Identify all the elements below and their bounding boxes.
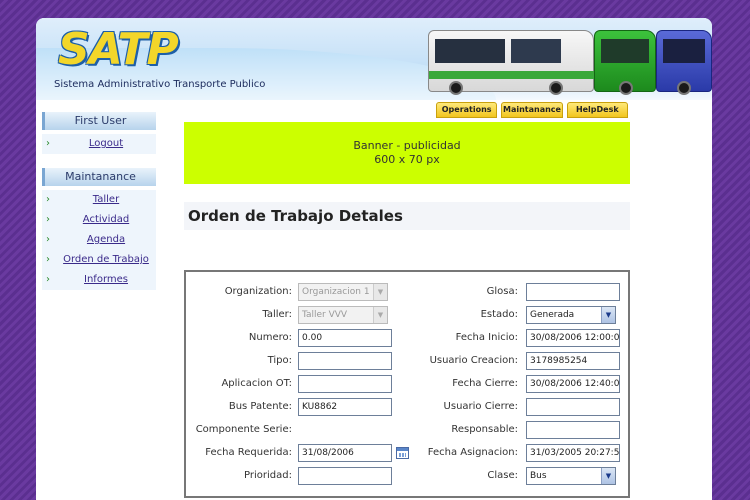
label-clase: Clase: (487, 470, 518, 481)
label-tipo: Tipo: (267, 355, 292, 366)
sidebar-item-informes[interactable]: › Informes (42, 270, 156, 290)
satp-logo[interactable]: SATP (58, 26, 179, 74)
bullet-icon: › (46, 138, 50, 149)
sidebar-item-label: Actividad (82, 214, 130, 225)
fecha-asignacion-input[interactable]: 31/03/2005 20:27:55 (526, 444, 620, 462)
sidebar-maintanance-menu: › Taller › Actividad › Agenda › Orden de… (42, 190, 156, 290)
label-fecha-cierre: Fecha Cierre: (452, 378, 518, 389)
page-title-bar: Orden de Trabajo Detales (184, 202, 630, 230)
clase-select[interactable]: Bus ▼ (526, 467, 616, 485)
label-usuario-cierre: Usuario Cierre: (443, 401, 518, 412)
nav-operations[interactable]: Operations (436, 102, 498, 118)
clase-value: Bus (530, 471, 547, 481)
banner-line-2: 600 x 70 px (374, 153, 440, 166)
label-usuario-creacion: Usuario Creacion: (429, 355, 518, 366)
glosa-input[interactable] (526, 283, 620, 301)
bus-image-blue (656, 30, 712, 95)
calendar-icon[interactable] (396, 447, 409, 459)
sidebar-item-orden-de-trabajo[interactable]: › Orden de Trabajo (42, 250, 156, 270)
bullet-icon: › (46, 194, 50, 205)
chevron-down-icon: ▼ (373, 307, 387, 323)
ad-banner[interactable]: Banner - publicidad 600 x 70 px (184, 122, 630, 184)
taller-value: Taller VVV (302, 310, 348, 320)
fecha-cierre-input[interactable]: 30/08/2006 12:40:00 (526, 375, 620, 393)
taller-select[interactable]: Taller VVV ▼ (298, 306, 388, 324)
fecha-inicio-input[interactable]: 30/08/2006 12:00:00 (526, 329, 620, 347)
sidebar-user-header: First User (42, 112, 156, 130)
bus-image-green (594, 30, 656, 95)
label-organization: Organization: (224, 286, 292, 297)
usuario-creacion-input[interactable]: 3178985254 (526, 352, 620, 370)
bullet-icon: › (46, 254, 50, 265)
label-numero: Numero: (248, 332, 292, 343)
sidebar-item-label: Logout (88, 138, 124, 149)
sidebar-item-label: Orden de Trabajo (63, 254, 149, 265)
label-fecha-requerida: Fecha Requerida: (205, 447, 292, 458)
banner-line-1: Banner - publicidad (353, 139, 461, 152)
prioridad-input[interactable] (298, 467, 392, 485)
usuario-cierre-input[interactable] (526, 398, 620, 416)
estado-value: Generada (530, 310, 575, 320)
label-glosa: Glosa: (486, 286, 518, 297)
nav-maintanance[interactable]: Maintanance (501, 102, 563, 118)
label-fecha-inicio: Fecha Inicio: (455, 332, 518, 343)
bullet-icon: › (46, 274, 50, 285)
page-container: SATP Sistema Administrativo Transporte P… (36, 18, 712, 500)
responsable-input[interactable] (526, 421, 620, 439)
bus-patente-input[interactable]: KU8862 (298, 398, 392, 416)
label-fecha-asignacion: Fecha Asignacion: (427, 447, 518, 458)
bus-image-white (428, 30, 595, 95)
nav-helpdesk[interactable]: HelpDesk (566, 102, 628, 118)
sidebar-item-label: Informes (84, 274, 128, 285)
organization-value: Organizacion 1 (302, 287, 370, 297)
top-navigation: Operations Maintanance HelpDesk (436, 102, 628, 118)
sidebar-item-taller[interactable]: › Taller (42, 190, 156, 210)
aplicacion-ot-input[interactable] (298, 375, 392, 393)
label-responsable: Responsable: (451, 424, 518, 435)
site-header: SATP Sistema Administrativo Transporte P… (36, 18, 712, 100)
label-estado: Estado: (480, 309, 518, 320)
label-taller: Taller: (262, 309, 292, 320)
label-aplicacion-ot: Aplicacion OT: (221, 378, 292, 389)
tipo-input[interactable] (298, 352, 392, 370)
estado-select[interactable]: Generada ▼ (526, 306, 616, 324)
bullet-icon: › (46, 234, 50, 245)
sidebar-item-label: Agenda (86, 234, 126, 245)
fecha-requerida-input[interactable]: 31/08/2006 (298, 444, 392, 462)
sidebar-item-logout[interactable]: › Logout (42, 134, 156, 154)
bullet-icon: › (46, 214, 50, 225)
sidebar-user-menu: › Logout (42, 134, 156, 154)
logo-subtitle: Sistema Administrativo Transporte Public… (54, 79, 266, 90)
organization-select[interactable]: Organizacion 1 ▼ (298, 283, 388, 301)
label-componente-serie: Componente Serie: (195, 424, 292, 435)
label-bus-patente: Bus Patente: (228, 401, 292, 412)
chevron-down-icon: ▼ (601, 468, 615, 484)
label-prioridad: Prioridad: (244, 470, 292, 481)
sidebar-item-agenda[interactable]: › Agenda (42, 230, 156, 250)
sidebar-item-label: Taller (92, 194, 120, 205)
page-title: Orden de Trabajo Detales (188, 207, 403, 225)
chevron-down-icon: ▼ (601, 307, 615, 323)
work-order-form: Organization: Organizacion 1 ▼ Taller: T… (184, 270, 630, 498)
sidebar-maintanance-header: Maintanance (42, 168, 156, 186)
sidebar-item-actividad[interactable]: › Actividad (42, 210, 156, 230)
chevron-down-icon: ▼ (373, 284, 387, 300)
numero-input[interactable]: 0.00 (298, 329, 392, 347)
